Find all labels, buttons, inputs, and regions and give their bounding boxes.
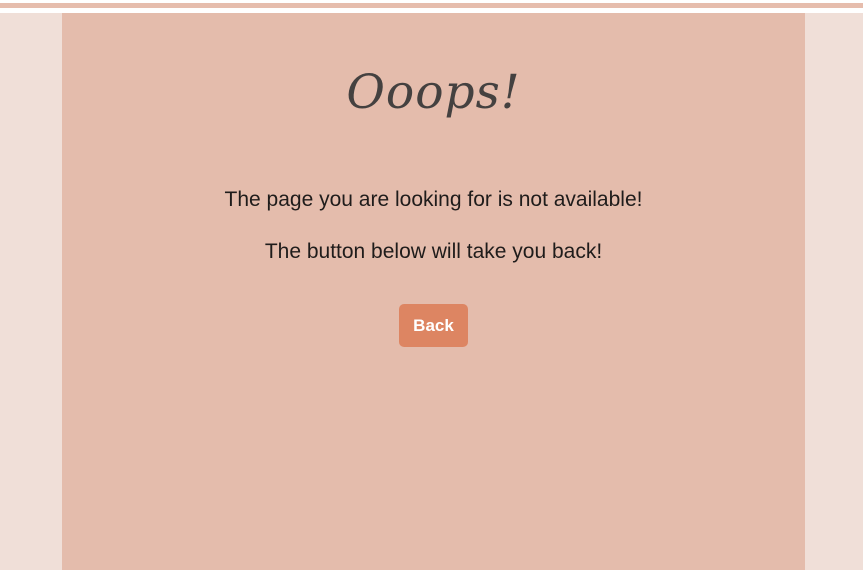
not-available-message: The page you are looking for is not avai… (224, 188, 643, 211)
top-divider (0, 0, 863, 13)
error-panel: Ooops! The page you are looking for is n… (62, 13, 805, 570)
error-title: Ooops! (346, 65, 521, 120)
bottom-divider (0, 570, 863, 576)
back-hint-message: The button below will take you back! (264, 240, 603, 263)
back-button[interactable]: Back (399, 304, 468, 347)
